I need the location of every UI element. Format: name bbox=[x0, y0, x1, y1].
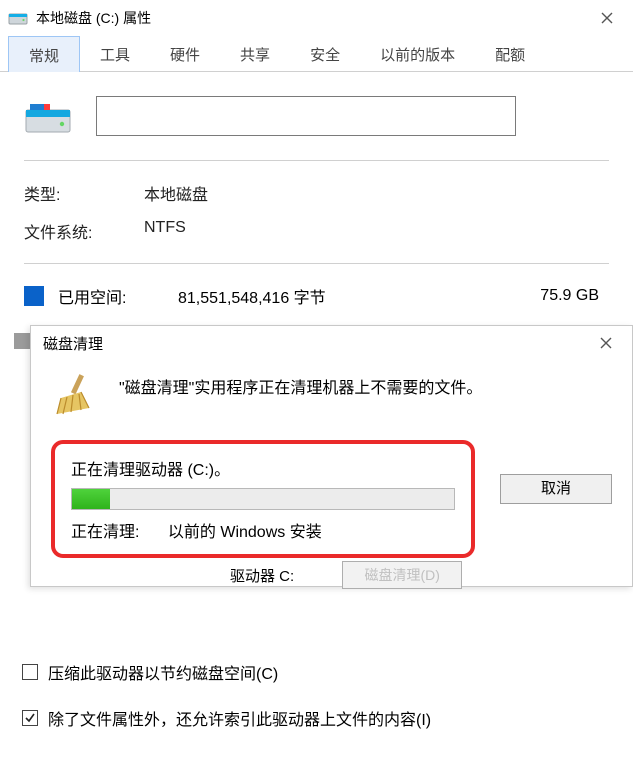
compress-label: 压缩此驱动器以节约磁盘空间(C) bbox=[48, 660, 278, 684]
drive-name-input[interactable] bbox=[96, 96, 516, 136]
filesystem-row: 文件系统: NTFS bbox=[24, 219, 609, 243]
status-value: 以前的 Windows 安装 bbox=[168, 524, 322, 541]
tab-security[interactable]: 安全 bbox=[290, 36, 360, 71]
tab-general[interactable]: 常规 bbox=[8, 36, 80, 72]
filesystem-value: NTFS bbox=[144, 219, 186, 243]
divider-1 bbox=[24, 160, 609, 161]
tab-tools[interactable]: 工具 bbox=[80, 36, 150, 71]
check-icon bbox=[24, 712, 36, 724]
dialog-body: "磁盘清理"实用程序正在清理机器上不需要的文件。 正在清理驱动器 (C:)。 正… bbox=[31, 360, 632, 558]
index-checkbox[interactable] bbox=[22, 710, 38, 726]
window-title: 本地磁盘 (C:) 属性 bbox=[36, 8, 151, 28]
drive-header-row bbox=[24, 92, 609, 140]
drive-footer-row: 驱动器 C: 磁盘清理(D) bbox=[230, 561, 462, 589]
broom-icon bbox=[51, 370, 99, 418]
drive-icon bbox=[8, 8, 28, 28]
type-row: 类型: 本地磁盘 bbox=[24, 181, 609, 205]
index-label: 除了文件属性外，还允许索引此驱动器上文件的内容(I) bbox=[48, 706, 431, 730]
disk-cleanup-dialog: 磁盘清理 "磁盘清理"实用程序正在清理机器上不需要的文件。 正在清理驱动器 (C… bbox=[30, 325, 633, 587]
general-panel: 类型: 本地磁盘 文件系统: NTFS 已用空间: 81,551,548,416… bbox=[0, 72, 633, 342]
drive-footer-label: 驱动器 C: bbox=[230, 565, 294, 586]
used-bytes: 81,551,548,416 字节 bbox=[178, 284, 388, 308]
dialog-message: "磁盘清理"实用程序正在清理机器上不需要的文件。 bbox=[119, 370, 482, 398]
titlebar-left: 本地磁盘 (C:) 属性 bbox=[8, 8, 151, 28]
filesystem-label: 文件系统: bbox=[24, 219, 144, 243]
tab-previous-versions[interactable]: 以前的版本 bbox=[360, 36, 475, 71]
used-label: 已用空间: bbox=[58, 284, 178, 308]
tab-sharing[interactable]: 共享 bbox=[220, 36, 290, 71]
dialog-message-row: "磁盘清理"实用程序正在清理机器上不需要的文件。 bbox=[51, 370, 612, 418]
titlebar: 本地磁盘 (C:) 属性 bbox=[0, 0, 633, 36]
dialog-titlebar: 磁盘清理 bbox=[31, 326, 632, 360]
progress-fill bbox=[72, 489, 110, 509]
status-line: 正在清理: 以前的 Windows 安装 bbox=[71, 518, 455, 542]
drive-icon-large bbox=[24, 92, 72, 140]
cancel-button[interactable]: 取消 bbox=[500, 474, 612, 504]
dialog-buttons: 取消 bbox=[500, 474, 612, 504]
type-label: 类型: bbox=[24, 181, 144, 205]
dialog-close-button[interactable] bbox=[586, 326, 626, 360]
status-label: 正在清理: bbox=[71, 524, 139, 541]
compress-row: 压缩此驱动器以节约磁盘空间(C) bbox=[22, 660, 431, 684]
close-icon bbox=[600, 337, 612, 349]
compress-checkbox[interactable] bbox=[22, 664, 38, 680]
close-icon bbox=[601, 12, 613, 24]
tab-quota[interactable]: 配额 bbox=[475, 36, 545, 71]
options-checkboxes: 压缩此驱动器以节约磁盘空间(C) 除了文件属性外，还允许索引此驱动器上文件的内容… bbox=[22, 660, 431, 752]
divider-2 bbox=[24, 263, 609, 264]
index-row: 除了文件属性外，还允许索引此驱动器上文件的内容(I) bbox=[22, 706, 431, 730]
cleaning-drive-text: 正在清理驱动器 (C:)。 bbox=[71, 456, 455, 480]
tab-hardware[interactable]: 硬件 bbox=[150, 36, 220, 71]
highlighted-progress-area: 正在清理驱动器 (C:)。 正在清理: 以前的 Windows 安装 bbox=[51, 440, 475, 558]
tabs: 常规 工具 硬件 共享 安全 以前的版本 配额 bbox=[0, 36, 633, 72]
used-space-row: 已用空间: 81,551,548,416 字节 75.9 GB bbox=[24, 284, 609, 308]
disk-cleanup-button[interactable]: 磁盘清理(D) bbox=[342, 561, 462, 589]
close-button[interactable] bbox=[585, 0, 629, 36]
type-value: 本地磁盘 bbox=[144, 181, 208, 205]
used-swatch bbox=[24, 286, 44, 306]
used-gb: 75.9 GB bbox=[540, 287, 599, 305]
dialog-title: 磁盘清理 bbox=[43, 333, 103, 354]
progress-bar bbox=[71, 488, 455, 510]
